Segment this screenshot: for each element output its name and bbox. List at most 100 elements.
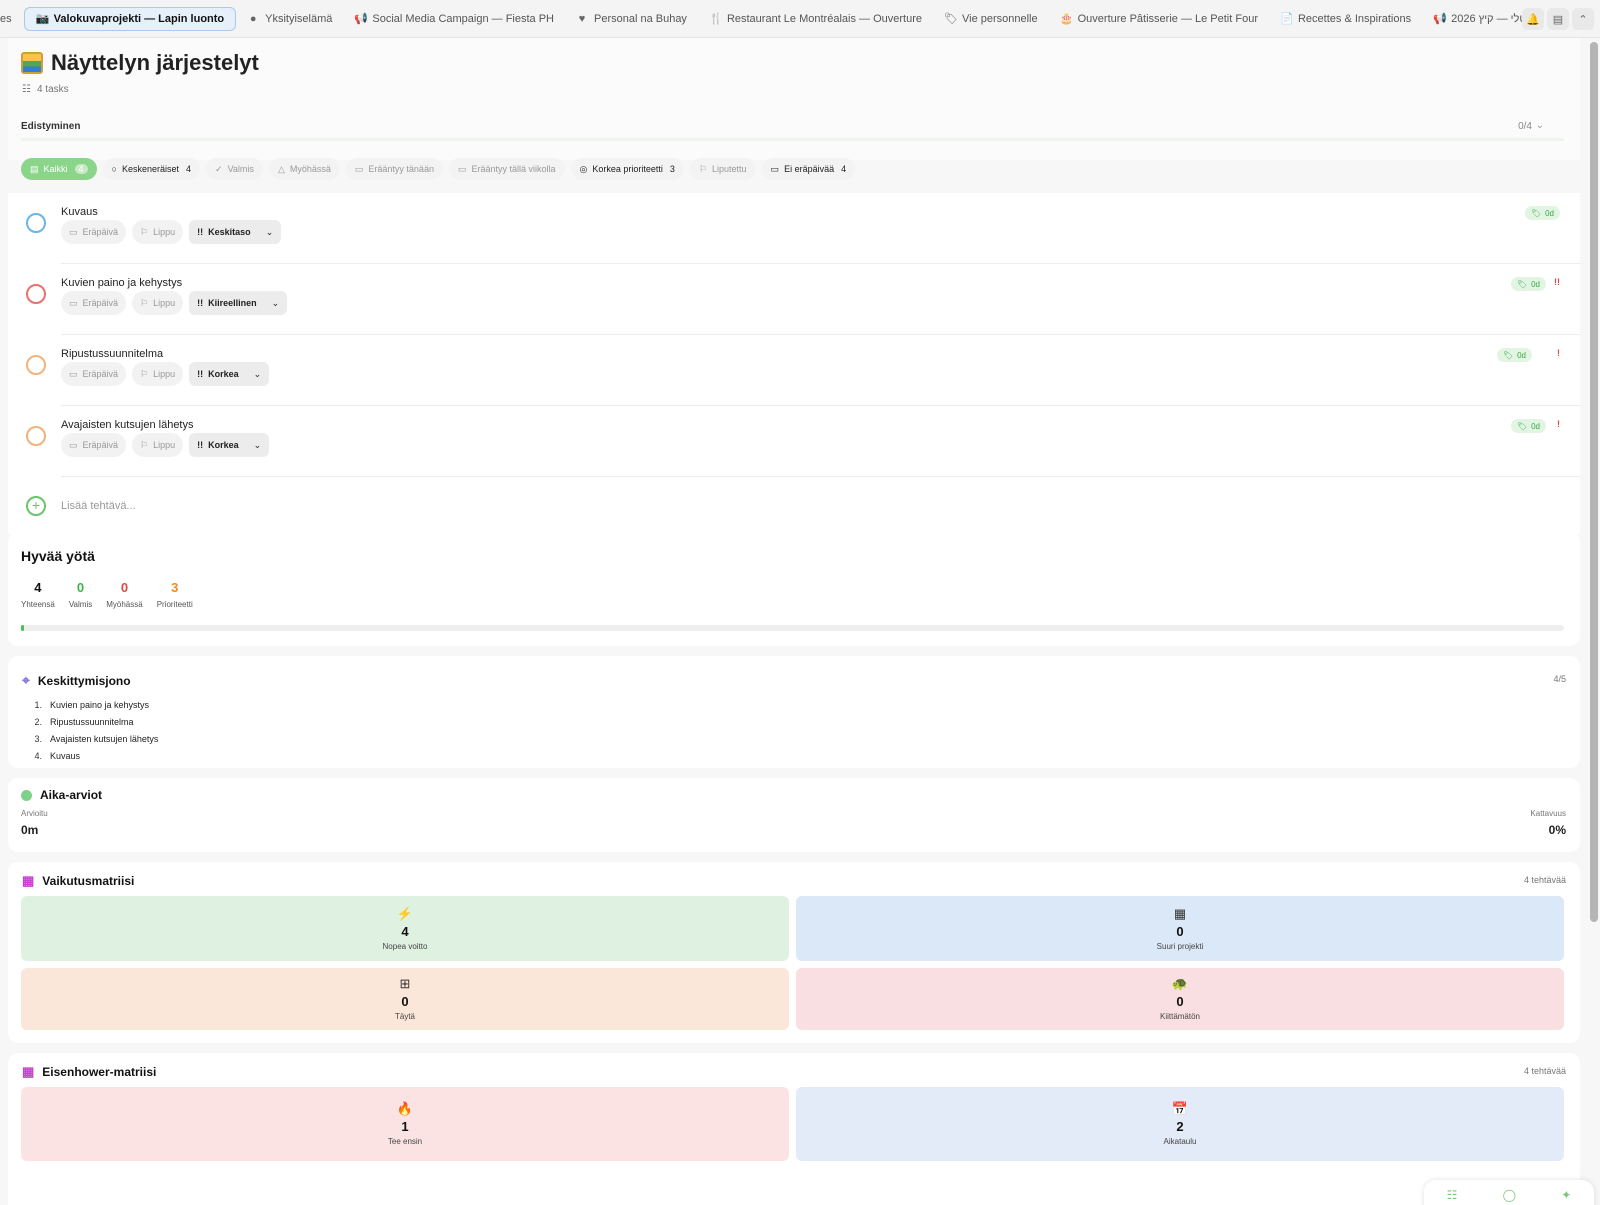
tab-7[interactable]: 📄 Recettes & Inspirations	[1269, 7, 1422, 31]
focus-item[interactable]: 3. Avajaisten kutsujen lähetys	[32, 734, 158, 751]
filter-chip-3[interactable]: △ Myöhässä	[268, 158, 340, 180]
due-date-button[interactable]: ▭ Eräpäivä	[61, 220, 127, 244]
flag-button[interactable]: ⚐ Lippu	[132, 362, 184, 386]
focus-item[interactable]: 2. Ripustussuunnitelma	[32, 717, 158, 734]
tab-label: Ouverture Pâtisserie — Le Petit Four	[1077, 12, 1258, 25]
tab-1[interactable]: ● Yksityiselämä	[236, 7, 343, 31]
sparkle-icon[interactable]: ✦	[1561, 1188, 1571, 1205]
priority-select[interactable]: !! Keskitaso ⌄	[189, 220, 282, 244]
filter-label: Liputettu	[712, 164, 747, 174]
flag-icon: ⚐	[140, 368, 149, 379]
stat-prioriteetti: 3 Prioriteetti	[157, 580, 193, 609]
matrix-cell-1[interactable]: ▦ 0 Suuri projekti	[796, 896, 1564, 961]
stat-valmis: 0 Valmis	[69, 580, 92, 609]
due-date-label: Eräpäivä	[82, 298, 119, 308]
due-date-button[interactable]: ▭ Eräpäivä	[61, 291, 127, 315]
tab-label: Recettes & Inspirations	[1297, 12, 1412, 25]
filter-chip-7[interactable]: ⚐ Liputettu	[689, 158, 756, 180]
flag-button[interactable]: ⚐ Lippu	[132, 433, 184, 457]
filter-chip-4[interactable]: ▭ Erääntyy tänään	[345, 158, 443, 180]
tab-4[interactable]: 🍴 Restaurant Le Montréalais — Ouverture	[698, 7, 933, 31]
filter-label: Keskeneräiset	[121, 164, 180, 174]
priority-select[interactable]: !! Korkea ⌄	[189, 362, 270, 386]
list-icon[interactable]: ☷	[1447, 1188, 1458, 1205]
task-actions: ▭ Eräpäivä ⚐ Lippu!! Korkea ⌄	[61, 362, 270, 386]
focus-item[interactable]: 4. Kuvaus	[32, 751, 158, 768]
tab-icon: 🏷	[943, 13, 958, 25]
tab-5[interactable]: 🏷 Vie personnelle	[933, 7, 1049, 31]
flag-button[interactable]: ⚐ Lippu	[132, 220, 184, 244]
task-checkbox[interactable]	[26, 213, 46, 233]
filter-chip-0[interactable]: ▤ Kaikki 4	[21, 158, 97, 180]
filter-chip-1[interactable]: ○ Keskeneräiset 4	[102, 158, 201, 180]
quadrant-count: 4	[401, 923, 409, 939]
filter-count: 4	[186, 164, 192, 174]
eisenhower-count: 4 tehtävää	[1523, 1066, 1566, 1076]
filter-icon: ▭	[770, 163, 780, 174]
priority-select[interactable]: !! Kiireellinen ⌄	[189, 291, 288, 315]
add-task-row[interactable]: + Lisää tehtävä...	[8, 477, 1580, 534]
due-date-button[interactable]: ▭ Eräpäivä	[61, 362, 127, 386]
task-count-text: 4 tasks	[36, 84, 69, 95]
add-task-input[interactable]: Lisää tehtävä...	[61, 500, 136, 512]
tag-icon: 🏷	[1516, 279, 1528, 289]
due-date-button[interactable]: ▭ Eräpäivä	[61, 433, 127, 457]
eisenhower-header: ▦ Eisenhower-matriisi	[22, 1064, 156, 1080]
task-name[interactable]: Avajaisten kutsujen lähetys	[61, 419, 194, 431]
coverage-value: 0%	[1548, 823, 1566, 837]
scrollbar[interactable]	[1590, 42, 1598, 922]
age-value: 0d	[1517, 350, 1526, 360]
chevron-down-icon[interactable]: ⌄	[1536, 120, 1544, 131]
tab-6[interactable]: 🎂 Ouverture Pâtisserie — Le Petit Four	[1049, 7, 1269, 31]
filter-chips: ▤ Kaikki 4 ○ Keskeneräiset 4 ✓ Valmis △ Myöhässä ▭…	[21, 158, 856, 180]
circle-icon[interactable]: ◯	[1503, 1188, 1516, 1205]
priority-select[interactable]: !! Korkea ⌄	[189, 433, 270, 457]
flag-button[interactable]: ⚐ Lippu	[132, 291, 184, 315]
flag-label: Lippu	[153, 227, 176, 237]
chevron-up-icon[interactable]: ⌃	[1572, 8, 1594, 30]
bell-icon[interactable]: 🔔	[1522, 8, 1544, 30]
focus-item[interactable]: 1. Kuvien paino ja kehystys	[32, 700, 158, 717]
filter-label: Erääntyy tänään	[368, 164, 434, 174]
quadrant-count: 0	[1176, 923, 1184, 939]
progress-toggle[interactable]: 0/4	[1518, 121, 1532, 132]
quadrant-count: 0	[401, 994, 409, 1009]
matrix-cell-2[interactable]: ⊞ 0 Täytä	[21, 968, 789, 1030]
layout-icon[interactable]: ▤	[1547, 8, 1569, 30]
page-title-text: Näyttelyn järjestelyt	[51, 50, 259, 75]
task-name[interactable]: Kuvaus	[61, 206, 98, 218]
calendar-icon: ▭	[69, 297, 78, 308]
progress-label: Edistyminen	[21, 121, 81, 132]
completion-bar-fill	[21, 625, 24, 631]
matrix-cell-0[interactable]: 🔥 1 Tee ensin	[21, 1087, 789, 1161]
task-checkbox[interactable]	[26, 355, 46, 375]
tab-3[interactable]: ♥ Personal na Buhay	[565, 7, 698, 31]
task-name[interactable]: Ripustussuunnitelma	[61, 348, 163, 360]
filter-chip-8[interactable]: ▭ Ei eräpäivää 4	[761, 158, 856, 180]
focus-title: Keskittymisjono	[37, 673, 131, 688]
task-checkbox[interactable]	[26, 426, 46, 446]
focus-item-label: Kuvaus	[50, 751, 81, 761]
matrix-cell-3[interactable]: 🐢 0 Kiittämätön	[796, 968, 1564, 1030]
matrix-cell-0[interactable]: ⚡ 4 Nopea voitto	[21, 896, 789, 961]
tab-0[interactable]: 📷 Valokuvaprojekti — Lapin luonto	[23, 6, 237, 31]
task-rows: Kuvaus ▭ Eräpäivä ⚐ Lippu!! Keskitaso ⌄ 🏷 0d Kuvi…	[8, 193, 1580, 477]
age-badge: 🏷 0d	[1496, 348, 1532, 362]
filter-label: Erääntyy tällä viikolla	[471, 164, 556, 174]
priority-indicator: !!	[1554, 277, 1560, 287]
priority-mark: !!	[197, 440, 204, 450]
task-checkbox[interactable]	[26, 284, 46, 304]
tab-label: Valokuvaprojekti — Lapin luonto	[53, 12, 225, 25]
tab-partial[interactable]: es	[0, 13, 24, 25]
impact-matrix-card: ▦ Vaikutusmatriisi 4 tehtävää ⚡ 4 Nopea vo…	[8, 862, 1580, 1043]
filter-chip-5[interactable]: ▭ Erääntyy tällä viikolla	[448, 158, 565, 180]
stat-value: 0	[120, 580, 129, 595]
filter-chip-2[interactable]: ✓ Valmis	[206, 158, 263, 180]
tab-2[interactable]: 📢 Social Media Campaign — Fiesta PH	[343, 7, 565, 31]
task-name[interactable]: Kuvien paino ja kehystys	[61, 277, 182, 289]
focus-item-label: Kuvien paino ja kehystys	[50, 700, 150, 710]
matrix-cell-1[interactable]: 📅 2 Aikataulu	[796, 1087, 1564, 1161]
stat-label: Myöhässä	[106, 600, 143, 609]
filter-chip-6[interactable]: ◎ Korkea prioriteetti 3	[570, 158, 684, 180]
add-task-icon[interactable]: +	[26, 496, 46, 516]
